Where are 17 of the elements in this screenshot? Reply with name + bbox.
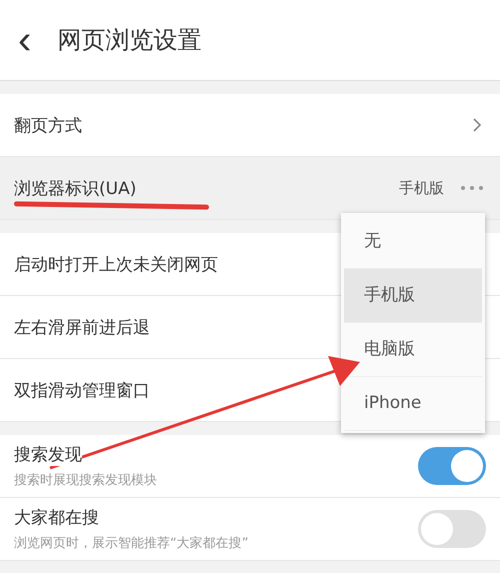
page-title: 网页浏览设置 [57,25,202,56]
more-icon[interactable] [460,185,484,191]
toggle-switch[interactable] [418,447,486,485]
row-label: 启动时打开上次未关闭网页 [14,254,218,276]
row-subtitle: 搜索时展现搜索发现模块 [14,472,158,489]
row-subtitle: 浏览网页时，展示智能推荐“大家都在搜” [14,535,250,552]
menu-item[interactable]: 手机版 [344,269,482,323]
settings-row[interactable]: 浏览器标识(UA) 手机版 [0,157,500,220]
row-label: 搜索发现 [14,443,82,466]
row-label: 双指滑动管理窗口 [14,380,150,402]
back-button[interactable]: ‹ [14,20,36,60]
row-value: 手机版 [399,178,444,198]
chevron-right-icon [472,117,482,133]
row-label: 浏览器标识(UA) [14,178,136,200]
row-label: 左右滑屏前进后退 [14,316,150,338]
toggle-switch[interactable] [418,510,486,548]
row-label: 翻页方式 [14,114,82,136]
